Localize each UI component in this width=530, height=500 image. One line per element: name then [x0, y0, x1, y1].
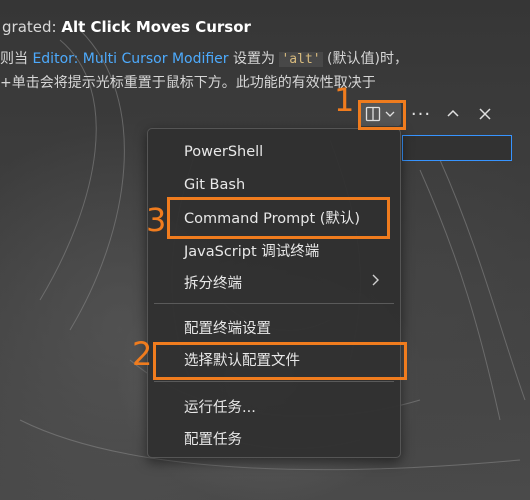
terminal-input-area[interactable] [402, 135, 512, 161]
setting-title-prefix: grated: [2, 18, 62, 36]
description-line-1: 则当 Editor: Multi Cursor Modifier 设置为 'al… [0, 48, 408, 68]
terminal-profile-menu: PowerShell Git Bash Command Prompt (默认) … [147, 128, 401, 458]
annotation-box-3 [167, 197, 390, 239]
menu-item-git-bash[interactable]: Git Bash [148, 170, 400, 200]
multi-cursor-modifier-link[interactable]: Editor: Multi Cursor Modifier [32, 51, 228, 67]
menu-separator [154, 381, 394, 382]
annotation-number-2: 2 [132, 335, 153, 373]
close-icon [479, 108, 491, 120]
description-line-2: +单击会将提示光标重置于鼠标下方。此功能的有效性取决于 [0, 75, 376, 91]
menu-item-configure-terminal-settings[interactable]: 配置终端设置 [148, 312, 400, 342]
maximize-panel-button[interactable] [439, 102, 467, 126]
menu-item-label: 拆分终端 [184, 275, 242, 292]
menu-item-label: 运行任务... [184, 399, 256, 416]
annotation-number-3: 3 [146, 201, 167, 239]
menu-item-powershell[interactable]: PowerShell [148, 137, 400, 167]
desc-post: (默认值)时， [322, 51, 408, 67]
menu-item-configure-tasks[interactable]: 配置任务 [148, 423, 400, 453]
more-actions-button[interactable]: ··· [407, 102, 435, 126]
menu-item-label: JavaScript 调试终端 [184, 243, 320, 260]
menu-item-label: 配置任务 [184, 431, 242, 448]
menu-item-label: 配置终端设置 [184, 320, 271, 337]
menu-item-label: PowerShell [184, 144, 264, 160]
annotation-number-1: 1 [334, 81, 355, 119]
annotation-box-2 [153, 342, 407, 380]
menu-item-run-task[interactable]: 运行任务... [148, 391, 400, 421]
setting-title: grated: Alt Click Moves Cursor [2, 18, 251, 36]
close-panel-button[interactable] [471, 102, 499, 126]
menu-item-split-terminal[interactable]: 拆分终端 [148, 267, 400, 297]
chevron-right-icon [372, 274, 379, 286]
desc-mid: 设置为 [228, 51, 280, 67]
menu-item-javascript-debug-terminal[interactable]: JavaScript 调试终端 [148, 235, 400, 265]
alt-code: 'alt' [279, 52, 323, 67]
setting-description: grated: Alt Click Moves Cursor 则当 Editor… [0, 0, 530, 100]
menu-item-label: Git Bash [184, 177, 246, 193]
setting-title-bold: Alt Click Moves Cursor [61, 18, 251, 36]
annotation-box-1 [358, 100, 406, 130]
desc-pre: 则当 [0, 51, 33, 67]
chevron-up-icon [447, 109, 459, 117]
menu-separator [154, 303, 394, 304]
